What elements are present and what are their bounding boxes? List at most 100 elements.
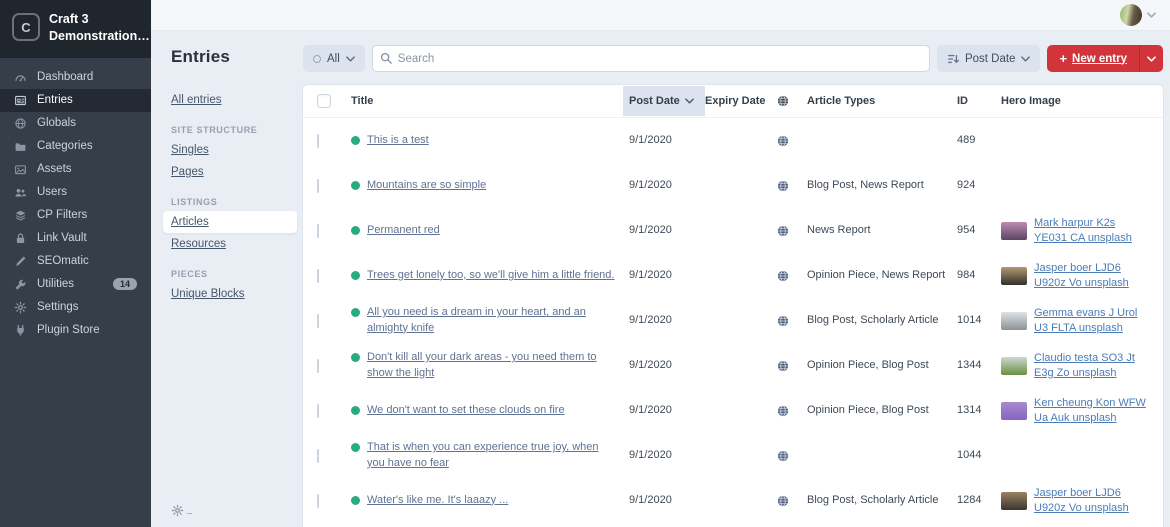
sidebar-item-label: Entries [37,94,73,107]
sidebar-item-seomatic[interactable]: SEOmatic [0,250,151,273]
hero-asset-link[interactable]: Gemma evans J Urol U3 FLTA unsplash [1034,306,1151,336]
row-checkbox[interactable] [317,448,319,463]
hero-thumbnail[interactable] [1001,221,1027,240]
hero-thumbnail[interactable] [1001,311,1027,330]
sidebar-item-categories[interactable]: Categories [0,135,151,158]
hero-asset-link[interactable]: Ken cheung Kon WFW Ua Auk unsplash [1034,396,1151,426]
column-header-expiry-date[interactable]: Expiry Date [705,86,777,116]
table-row: In your imagination you can go anywhere … [303,523,1163,527]
row-checkbox[interactable] [317,223,319,238]
hero-thumbnail[interactable] [1001,356,1027,375]
hero-thumbnail[interactable] [1001,401,1027,420]
sidebar-item-cp-filters[interactable]: CP Filters [0,204,151,227]
entries-table-body: This is a test 9/1/2020 489 Mountains ar… [303,118,1163,527]
column-header-article-types[interactable]: Article Types [807,86,957,116]
hero-thumbnail[interactable] [1001,266,1027,285]
entry-title-link[interactable]: Permanent red [367,223,440,238]
page-title: Entries [171,47,231,66]
post-date-cell: 9/1/2020 [629,268,672,281]
subnav-item-singles[interactable]: Singles [163,139,299,161]
subnav-item-unique-blocks[interactable]: Unique Blocks [163,283,299,305]
article-types-cell: Blog Post, News Report [807,178,924,191]
id-cell: 1344 [957,358,982,371]
hero-asset-link[interactable]: Jasper boer LJD6 U920z Vo unsplash [1034,486,1151,516]
entry-title-link[interactable]: Mountains are so simple [367,178,486,193]
article-types-cell: Opinion Piece, Blog Post [807,358,929,371]
column-header-post-date[interactable]: Post Date [623,86,705,116]
sidebar-item-assets[interactable]: Assets [0,158,151,181]
sidebar-item-link-vault[interactable]: Link Vault [0,227,151,250]
entry-title-link[interactable]: That is when you can experience true joy… [367,440,619,471]
entry-title-link[interactable]: All you need is a dream in your heart, a… [367,305,619,336]
plus-icon: + [1059,51,1068,66]
subnav-footer [171,486,299,517]
row-checkbox[interactable] [317,133,319,148]
world-icon [777,494,807,507]
hero-asset-link[interactable]: Jasper boer LJD6 U920z Vo unsplash [1034,261,1151,291]
select-all-checkbox[interactable] [317,94,331,108]
row-checkbox[interactable] [317,268,319,283]
sidebar-item-settings[interactable]: Settings [0,296,151,319]
post-date-cell: 9/1/2020 [629,313,672,326]
row-checkbox[interactable] [317,313,319,328]
table-row: That is when you can experience true joy… [303,433,1163,478]
users-icon [14,186,28,199]
subnav-item-pages[interactable]: Pages [163,161,299,183]
column-header-id[interactable]: ID [957,86,1001,116]
new-entry-button[interactable]: + New entry [1047,45,1139,72]
post-date-cell: 9/1/2020 [629,178,672,191]
table-row: Permanent red 9/1/2020 News Report 954 M… [303,208,1163,253]
post-date-cell: 9/1/2020 [629,493,672,506]
entry-title-link[interactable]: Water's like me. It's laaazy ... [367,493,508,508]
sidebar-item-globals[interactable]: Globals [0,112,151,135]
column-header-sites[interactable] [777,86,807,116]
source-settings-gear-icon[interactable] [171,504,184,517]
row-checkbox[interactable] [317,403,319,418]
sidebar-item-plugin-store[interactable]: Plugin Store [0,319,151,342]
world-icon [777,95,789,107]
entry-title-link[interactable]: Trees get lonely too, so we'll give him … [367,268,614,283]
sidebar-item-dashboard[interactable]: Dashboard [0,66,151,89]
sidebar-item-users[interactable]: Users [0,181,151,204]
chevron-down-icon [1021,55,1031,62]
world-icon [777,269,807,282]
craft-logo[interactable]: C [12,13,40,41]
entry-title-link[interactable]: Don't kill all your dark areas - you nee… [367,350,619,381]
content-column: All Post Date + New entry [303,31,1170,527]
row-checkbox[interactable] [317,493,319,508]
search-icon [380,52,392,67]
hero-asset-link[interactable]: Mark harpur K2s YE031 CA unsplash [1034,216,1151,246]
sidebar-item-entries[interactable]: Entries [0,88,151,112]
entry-title-link[interactable]: This is a test [367,133,429,148]
id-cell: 954 [957,223,976,236]
new-entry-menu-button[interactable] [1139,45,1163,72]
status-dot [351,308,360,318]
chevron-down-icon [684,98,694,104]
article-types-cell: News Report [807,223,871,236]
sort-button[interactable]: Post Date [936,45,1041,72]
search-input[interactable] [371,45,930,72]
site-name[interactable]: Craft 3 Demonstration… [49,11,150,45]
subnav-item-articles[interactable]: Articles [163,211,297,233]
user-avatar[interactable] [1120,4,1142,26]
hero-asset-link[interactable]: Claudio testa SO3 Jt E3g Zo unsplash [1034,351,1151,381]
subnav-item-all-entries[interactable]: All entries [163,89,299,111]
column-header-title[interactable]: Title [351,86,629,116]
row-checkbox[interactable] [317,178,319,193]
hero-thumbnail[interactable] [1001,491,1027,510]
wrench-icon [14,278,28,291]
id-cell: 924 [957,178,976,191]
user-menu-chevron-icon[interactable] [1147,12,1156,18]
id-cell: 1284 [957,493,982,506]
table-row: Trees get lonely too, so we'll give him … [303,253,1163,298]
column-header-hero-image[interactable]: Hero Image [1001,86,1151,116]
status-dot [351,443,360,453]
world-icon [777,449,807,462]
row-checkbox[interactable] [317,358,319,373]
entry-title-link[interactable]: We don't want to set these clouds on fir… [367,403,565,418]
sidebar-item-utilities[interactable]: Utilities 14 [0,273,151,296]
id-cell: 1044 [957,448,982,461]
chevron-down-icon [345,55,355,62]
subnav-item-resources[interactable]: Resources [163,233,299,255]
status-filter-button[interactable]: All [303,45,365,72]
